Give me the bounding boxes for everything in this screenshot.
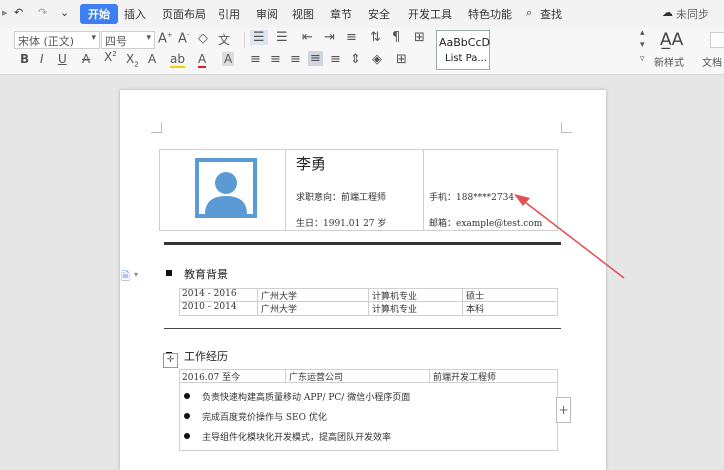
annotation-arrow [514,194,625,279]
